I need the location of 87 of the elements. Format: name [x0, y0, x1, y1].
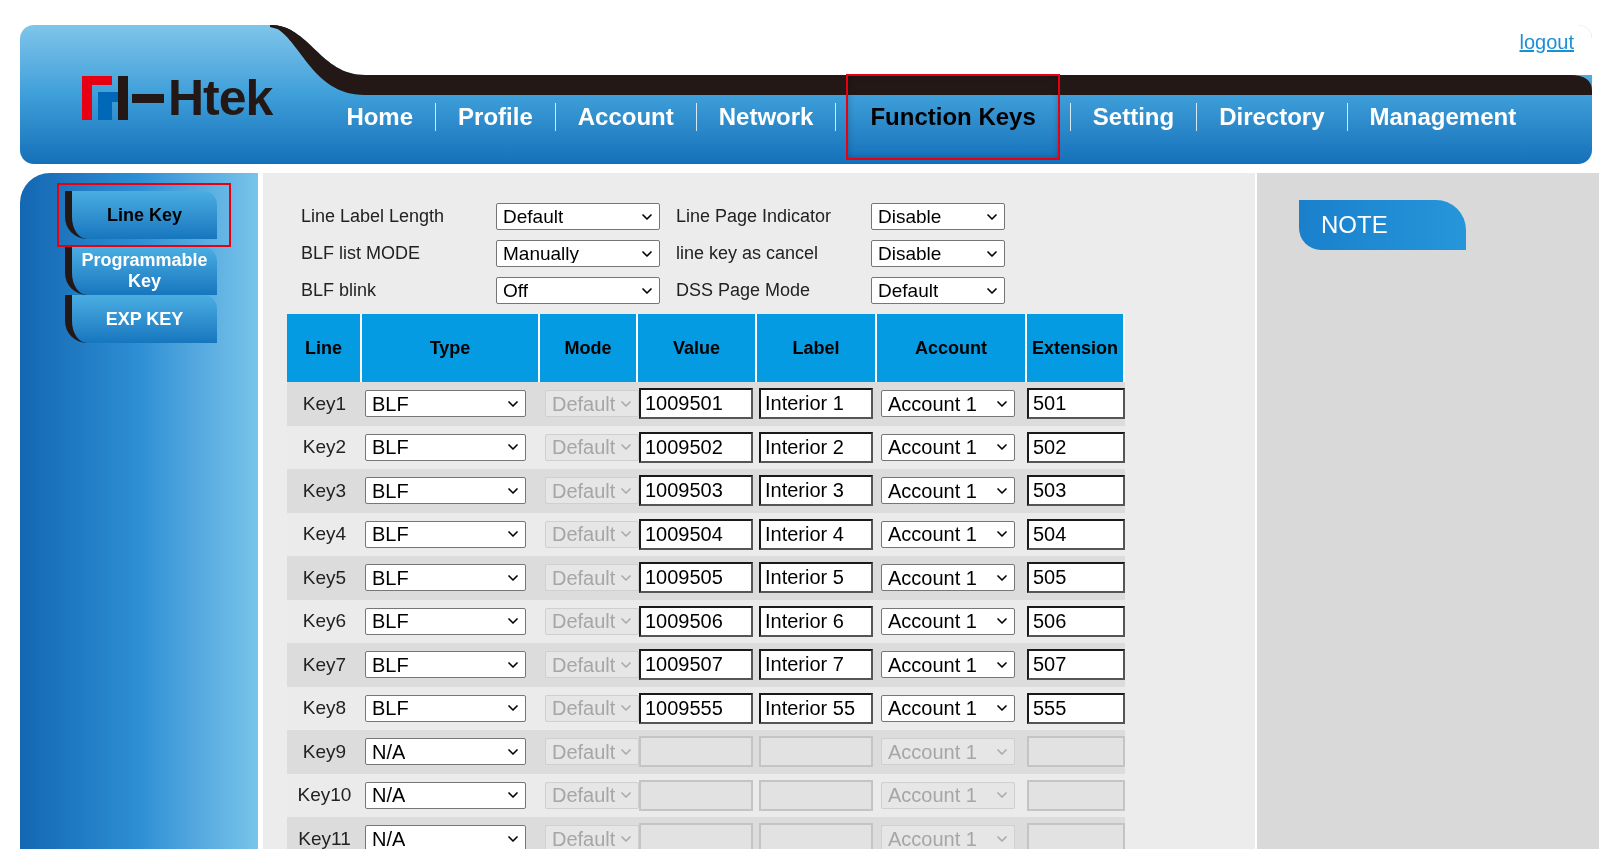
input-field[interactable]: 1009504 — [639, 518, 753, 550]
logo-text: Htek — [168, 73, 273, 123]
key-name: Key3 — [302, 478, 347, 503]
dropdown[interactable]: Default — [496, 203, 660, 230]
dropdown[interactable]: Account 1 — [881, 520, 1015, 548]
dropdown[interactable]: BLF — [365, 520, 526, 548]
input-field[interactable] — [759, 823, 873, 849]
setting-label: line key as cancel — [676, 242, 820, 265]
input-field[interactable]: Interior 5 — [759, 562, 873, 594]
setting-label: BLF list MODE — [301, 242, 421, 265]
input-field[interactable]: Interior 4 — [759, 518, 873, 550]
input-field[interactable]: Interior 1 — [759, 388, 873, 420]
input-field[interactable]: Interior 7 — [759, 649, 873, 681]
dropdown[interactable]: Account 1 — [881, 433, 1015, 461]
sidebar-item[interactable]: Line Key — [65, 191, 217, 239]
input-field[interactable]: Interior 3 — [759, 475, 873, 507]
dropdown[interactable]: BLF — [365, 477, 526, 505]
input-field[interactable] — [759, 779, 873, 811]
key-name: Key2 — [302, 435, 347, 459]
input-field[interactable] — [1027, 736, 1125, 768]
dropdown[interactable]: Account 1 — [881, 651, 1015, 679]
dropdown[interactable]: Account 1 — [881, 564, 1015, 592]
nav-tab[interactable]: Function Keys — [846, 74, 1060, 160]
sidebar-item[interactable]: Programmable Key — [65, 247, 217, 295]
dropdown[interactable]: BLF — [365, 607, 526, 635]
nav-tab[interactable]: Account — [555, 99, 696, 135]
column-header: Line — [287, 314, 362, 382]
input-field[interactable] — [759, 736, 873, 768]
logo-mark-icon — [82, 76, 164, 120]
key-name: Key6 — [302, 609, 347, 633]
key-name: Key7 — [302, 652, 347, 677]
key-name: Key8 — [302, 696, 347, 720]
column-header: Type — [362, 314, 540, 382]
input-field[interactable] — [1027, 779, 1125, 811]
dropdown[interactable]: Default — [871, 277, 1005, 304]
input-field[interactable]: 507 — [1027, 649, 1125, 681]
setting-label: DSS Page Mode — [676, 279, 812, 302]
dropdown[interactable]: Disable — [871, 240, 1005, 267]
input-field[interactable]: 1009506 — [639, 605, 753, 637]
input-field[interactable]: Interior 2 — [759, 431, 873, 463]
key-name: Key5 — [302, 565, 347, 590]
nav-tab[interactable]: Setting — [1070, 99, 1197, 135]
input-field[interactable]: 504 — [1027, 518, 1125, 550]
input-field[interactable]: 505 — [1027, 562, 1125, 594]
input-field[interactable]: 1009503 — [639, 475, 753, 507]
dropdown[interactable]: Account 1 — [881, 477, 1015, 505]
dropdown[interactable]: Account 1 — [881, 694, 1015, 722]
input-field[interactable]: 555 — [1027, 692, 1125, 724]
input-field[interactable]: 1009502 — [639, 431, 753, 463]
dropdown[interactable]: BLF — [365, 564, 526, 592]
key-name: Key10 — [297, 783, 352, 807]
key-name: Key4 — [302, 522, 347, 546]
logout-link[interactable]: logout — [1519, 27, 1574, 57]
setting-label: Line Page Indicator — [676, 205, 833, 228]
dropdown[interactable]: BLF — [365, 651, 526, 679]
input-field[interactable]: 506 — [1027, 605, 1125, 637]
key-name: Key1 — [302, 391, 347, 416]
column-header: Extension — [1027, 314, 1125, 382]
nav-tab[interactable]: Directory — [1197, 99, 1347, 135]
key-name: Key11 — [298, 826, 351, 849]
input-field[interactable]: 1009505 — [639, 562, 753, 594]
input-field[interactable] — [1027, 823, 1125, 849]
dropdown[interactable]: Off — [496, 277, 660, 304]
column-header: Value — [638, 314, 757, 382]
nav-tab[interactable]: Management — [1347, 99, 1539, 135]
dropdown[interactable]: Disable — [871, 203, 1005, 230]
column-header: Account — [877, 314, 1027, 382]
input-field[interactable]: 1009501 — [639, 388, 753, 420]
input-field[interactable]: 501 — [1027, 388, 1125, 420]
dropdown[interactable]: Account 1 — [881, 390, 1015, 418]
input-field[interactable]: 502 — [1027, 431, 1125, 463]
setting-label: BLF blink — [301, 279, 378, 302]
setting-label: Line Label Length — [301, 205, 446, 228]
nav-tab[interactable]: Network — [696, 99, 836, 135]
dropdown[interactable]: BLF — [365, 694, 526, 722]
input-field[interactable]: Interior 6 — [759, 605, 873, 637]
dropdown[interactable]: BLF — [365, 390, 526, 418]
input-field[interactable]: 1009555 — [639, 692, 753, 724]
dropdown[interactable]: Account 1 — [881, 607, 1015, 635]
input-field[interactable]: 503 — [1027, 475, 1125, 507]
input-field[interactable]: Interior 55 — [759, 692, 873, 724]
nav-tab[interactable]: Home — [324, 99, 436, 135]
column-header: Mode — [540, 314, 638, 382]
input-field[interactable]: 1009507 — [639, 649, 753, 681]
key-name: Key9 — [302, 739, 347, 764]
column-header: Label — [757, 314, 877, 382]
dropdown[interactable]: BLF — [365, 433, 526, 461]
